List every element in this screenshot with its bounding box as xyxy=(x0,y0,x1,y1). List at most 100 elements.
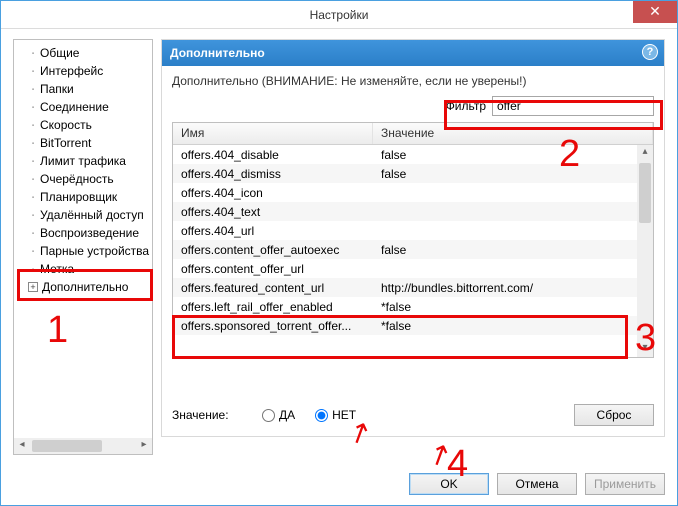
category-tree[interactable]: ·Общие·Интерфейс·Папки·Соединение·Скорос… xyxy=(13,39,153,455)
cell-name: offers.404_disable xyxy=(173,148,373,162)
sidebar-item-label: Парные устройства xyxy=(38,244,149,258)
sidebar-hscrollbar[interactable]: ◂ ▸ xyxy=(14,438,152,454)
reset-button[interactable]: Сброс xyxy=(574,404,654,426)
sidebar-item-2[interactable]: ·Папки xyxy=(18,80,152,98)
window-title: Настройки xyxy=(310,8,369,22)
cancel-button[interactable]: Отмена xyxy=(497,473,577,495)
panel-header: Дополнительно ? xyxy=(162,40,664,66)
cell-name: offers.404_url xyxy=(173,224,373,238)
cell-name: offers.content_offer_url xyxy=(173,262,373,276)
expand-icon[interactable]: + xyxy=(28,282,38,292)
close-icon: ✕ xyxy=(649,3,661,19)
radio-no[interactable]: НЕТ xyxy=(315,408,356,422)
radio-yes-input[interactable] xyxy=(262,409,275,422)
tree-connector-icon: · xyxy=(28,119,38,132)
sidebar-item-0[interactable]: ·Общие xyxy=(18,44,152,62)
table-row[interactable]: offers.404_text xyxy=(173,202,637,221)
sidebar-item-label: Дополнительно xyxy=(40,280,128,294)
sidebar-item-label: Очерёдность xyxy=(38,172,114,186)
sidebar-item-8[interactable]: ·Планировщик xyxy=(18,188,152,206)
cell-value: false xyxy=(373,167,637,181)
sidebar-item-label: Соединение xyxy=(38,100,109,114)
cell-name: offers.404_text xyxy=(173,205,373,219)
panel-title: Дополнительно xyxy=(170,46,265,60)
sidebar-item-label: Лимит трафика xyxy=(38,154,126,168)
filter-row: Фильтр xyxy=(172,96,654,116)
sidebar-item-label: Скорость xyxy=(38,118,92,132)
table-row[interactable]: offers.left_rail_offer_enabled*false xyxy=(173,297,637,316)
sidebar-item-12[interactable]: ·Метка xyxy=(18,260,152,278)
sidebar-item-label: BitTorrent xyxy=(38,136,91,150)
sidebar-item-10[interactable]: ·Воспроизведение xyxy=(18,224,152,242)
tree-connector-icon: · xyxy=(28,83,38,96)
cell-value: *false xyxy=(373,319,637,333)
cell-name: offers.content_offer_autoexec xyxy=(173,243,373,257)
table-row[interactable]: offers.404_icon xyxy=(173,183,637,202)
titlebar: Настройки ✕ xyxy=(1,1,677,29)
col-value-header[interactable]: Значение xyxy=(373,123,653,144)
apply-button[interactable]: Применить xyxy=(585,473,665,495)
sidebar-item-label: Общие xyxy=(38,46,79,60)
table-vscrollbar[interactable]: ▴ ▾ xyxy=(637,145,653,357)
help-icon[interactable]: ? xyxy=(642,44,658,60)
tree-connector-icon: · xyxy=(28,191,38,204)
scroll-up-icon[interactable]: ▴ xyxy=(637,145,653,161)
table-row[interactable]: offers.content_offer_autoexecfalse xyxy=(173,240,637,259)
table-row[interactable]: offers.404_disablefalse xyxy=(173,145,637,164)
close-button[interactable]: ✕ xyxy=(633,1,677,23)
scroll-right-icon[interactable]: ▸ xyxy=(136,438,152,454)
radio-no-input[interactable] xyxy=(315,409,328,422)
ok-button[interactable]: OK xyxy=(409,473,489,495)
value-label: Значение: xyxy=(172,408,242,422)
sidebar-item-label: Планировщик xyxy=(38,190,117,204)
col-name-header[interactable]: Имя xyxy=(173,123,373,144)
table-row[interactable]: offers.sponsored_torrent_offer...*false xyxy=(173,316,637,335)
sidebar-item-4[interactable]: ·Скорость xyxy=(18,116,152,134)
sidebar-item-label: Метка xyxy=(38,262,74,276)
sidebar-item-3[interactable]: ·Соединение xyxy=(18,98,152,116)
scroll-left-icon[interactable]: ◂ xyxy=(14,438,30,454)
filter-label: Фильтр xyxy=(446,99,486,113)
value-editor-row: Значение: ДА НЕТ Сброс xyxy=(172,404,654,426)
cell-name: offers.404_dismiss xyxy=(173,167,373,181)
cell-name: offers.featured_content_url xyxy=(173,281,373,295)
cell-value: http://bundles.bittorrent.com/ xyxy=(373,281,637,295)
cell-name: offers.sponsored_torrent_offer... xyxy=(173,319,373,333)
vscroll-thumb[interactable] xyxy=(639,163,651,223)
tree-connector-icon: · xyxy=(28,101,38,114)
radio-yes[interactable]: ДА xyxy=(262,408,295,422)
sidebar-item-6[interactable]: ·Лимит трафика xyxy=(18,152,152,170)
table-row[interactable]: offers.404_url xyxy=(173,221,637,240)
sidebar-item-label: Воспроизведение xyxy=(38,226,139,240)
settings-dialog: Настройки ✕ ·Общие·Интерфейс·Папки·Соеди… xyxy=(0,0,678,506)
tree-connector-icon: · xyxy=(28,263,38,276)
tree-connector-icon: · xyxy=(28,47,38,60)
sidebar-item-11[interactable]: ·Парные устройства xyxy=(18,242,152,260)
settings-table: Имя Значение offers.404_disablefalseoffe… xyxy=(172,122,654,358)
table-row[interactable]: offers.content_offer_url xyxy=(173,259,637,278)
sidebar-item-label: Интерфейс xyxy=(38,64,103,78)
right-panel: Дополнительно ? Дополнительно (ВНИМАНИЕ:… xyxy=(161,39,665,455)
tree-connector-icon: · xyxy=(28,245,38,258)
advanced-warning: Дополнительно (ВНИМАНИЕ: Не изменяйте, е… xyxy=(172,74,654,88)
sidebar-item-5[interactable]: ·BitTorrent xyxy=(18,134,152,152)
sidebar-item-13[interactable]: +Дополнительно xyxy=(18,278,152,296)
sidebar-item-9[interactable]: ·Удалённый доступ xyxy=(18,206,152,224)
sidebar-item-7[interactable]: ·Очерёдность xyxy=(18,170,152,188)
dialog-client: ·Общие·Интерфейс·Папки·Соединение·Скорос… xyxy=(1,29,677,505)
cell-value: *false xyxy=(373,300,637,314)
sidebar-item-1[interactable]: ·Интерфейс xyxy=(18,62,152,80)
tree-connector-icon: · xyxy=(28,209,38,222)
scroll-thumb[interactable] xyxy=(32,440,102,452)
cell-name: offers.404_icon xyxy=(173,186,373,200)
table-row[interactable]: offers.404_dismissfalse xyxy=(173,164,637,183)
tree-connector-icon: · xyxy=(28,173,38,186)
table-row[interactable]: offers.featured_content_urlhttp://bundle… xyxy=(173,278,637,297)
cell-value: false xyxy=(373,243,637,257)
filter-input[interactable] xyxy=(492,96,654,116)
tree-connector-icon: · xyxy=(28,227,38,240)
tree-connector-icon: · xyxy=(28,137,38,150)
tree-connector-icon: · xyxy=(28,155,38,168)
cell-value: false xyxy=(373,148,637,162)
scroll-down-icon[interactable]: ▾ xyxy=(637,341,653,357)
